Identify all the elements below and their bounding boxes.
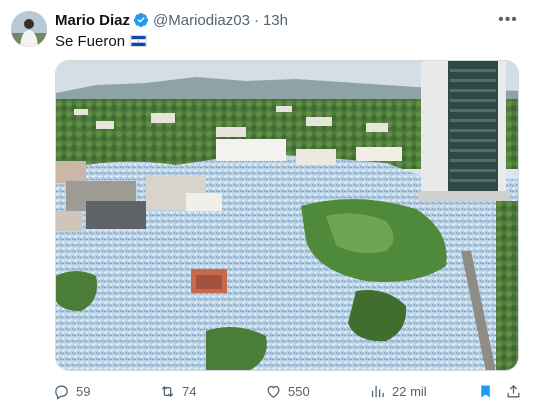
retweet-count: 74 — [182, 383, 197, 399]
tweet-text: Se Fueron — [55, 31, 148, 51]
separator-dot: · — [253, 11, 259, 29]
retweet-button[interactable]: 74 — [159, 380, 196, 402]
tweet-card[interactable]: Mario Diaz @Mariodiaz03 · 13h ••• Se Fue… — [0, 0, 535, 412]
bookmark-button[interactable] — [477, 380, 500, 402]
like-button[interactable]: 550 — [265, 380, 310, 402]
avatar[interactable] — [11, 11, 47, 47]
action-bar: 59 74 550 22 mil — [53, 380, 523, 402]
retweet-icon — [161, 385, 174, 397]
share-button[interactable] — [505, 380, 528, 402]
views-button[interactable]: 22 mil — [369, 380, 427, 402]
share-icon — [507, 384, 520, 397]
bookmark-icon — [481, 384, 490, 398]
author-name[interactable]: Mario Diaz — [55, 12, 130, 29]
timestamp[interactable]: 13h — [263, 12, 288, 29]
tweet-header: Mario Diaz @Mariodiaz03 · 13h ••• — [55, 10, 523, 30]
reply-icon — [55, 385, 68, 400]
el-salvador-flag-icon — [130, 35, 148, 47]
like-count: 550 — [288, 383, 310, 399]
more-options-icon[interactable]: ••• — [497, 10, 519, 30]
author-handle[interactable]: @Mariodiaz03 — [153, 12, 250, 29]
crowd-aerial-photo — [56, 61, 518, 370]
heart-icon — [267, 385, 280, 398]
avatar-image — [11, 11, 47, 47]
reply-count: 59 — [76, 383, 91, 399]
tweet-text-content: Se Fueron — [55, 32, 126, 50]
views-count: 22 mil — [392, 383, 427, 399]
views-chart-icon — [371, 385, 384, 397]
reply-button[interactable]: 59 — [53, 380, 90, 402]
verified-badge-icon — [134, 13, 149, 27]
tweet-photo[interactable] — [55, 60, 519, 371]
